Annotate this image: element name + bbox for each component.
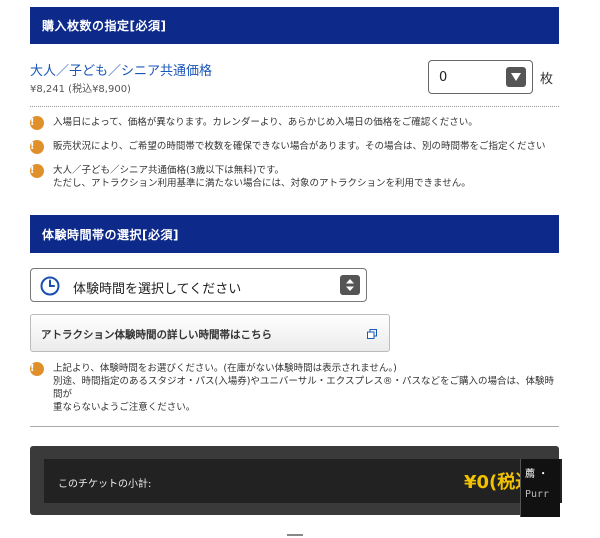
section-title-time: 体験時間帯の選択[必須] [42,227,179,242]
note-text: 上記より、体験時間をお選びください。(在庫がない体験時間は表示されません。) [53,363,397,374]
scroll-indicator [287,534,303,536]
quantity-value: 0 [439,70,448,85]
subtotal-inner: このチケットの小計: ¥0(税込) [44,459,562,503]
clock-icon [40,276,60,296]
chevron-down-icon[interactable] [506,67,526,87]
section-header-quantity: 購入枚数の指定[必須] [30,7,559,44]
quantity-select[interactable]: 0 [428,60,533,94]
warning-icon: ! [30,116,44,130]
external-window-icon [367,329,377,339]
note-text: 大人／子ども／シニア共通価格(3歳以下は無料)です。 [53,165,285,176]
note-item: ! 大人／子ども／シニア共通価格(3歳以下は無料)です。 ただし、アトラクション… [30,164,559,190]
ticket-name: 大人／子ども／シニア共通価格 [30,64,213,79]
warning-icon: ! [30,362,44,376]
note-item: ! 入場日によって、価格が異なります。カレンダーより、あらかじめ入場日の価格をご… [30,116,559,130]
section-header-time: 体験時間帯の選択[必須] [30,215,559,253]
ticket-row: 大人／子ども／シニア共通価格 ¥8,241 (税込¥8,900) 0 枚 [30,58,559,107]
note-item: ! 上記より、体験時間をお選びください。(在庫がない体験時間は表示されません。)… [30,362,559,414]
quantity-unit: 枚 [540,72,554,87]
section-title-quantity: 購入枚数の指定[必須] [42,19,167,33]
time-slot-select[interactable]: 体験時間を選択してください [30,268,367,302]
notes-time: ! 上記より、体験時間をお選びください。(在庫がない体験時間は表示されません。)… [30,362,559,414]
subtotal-panel: このチケットの小計: ¥0(税込) [30,446,562,515]
note-text: ただし、アトラクション利用基準に満たない場合には、対象のアトラクションを利用でき… [53,178,471,189]
time-details-link-label: アトラクション体験時間の詳しい時間帯はこちら [41,329,272,341]
notes-quantity: ! 入場日によって、価格が異なります。カレンダーより、あらかじめ入場日の価格をご… [30,116,559,201]
warning-icon: ! [30,164,44,178]
floating-overlay[interactable]: 薦 ・ Purr [520,459,560,517]
divider [30,426,559,427]
note-text: 入場日によって、価格が異なります。カレンダーより、あらかじめ入場日の価格をご確認… [53,117,478,128]
overlay-text: 薦 ・ [525,469,549,480]
note-text: 別途、時間指定のあるスタジオ・パス(入場券)やユニバーサル・エクスプレス®・パス… [53,376,554,400]
time-select-placeholder: 体験時間を選択してください [73,282,242,297]
note-text: 重ならないようご注意ください。 [53,402,196,413]
note-text: 販売状況により、ご希望の時間帯で枚数を確保できない場合があります。その場合は、別… [53,141,546,152]
updown-arrows-icon[interactable] [340,275,360,295]
time-details-link-button[interactable]: アトラクション体験時間の詳しい時間帯はこちら [30,314,390,352]
warning-icon: ! [30,140,44,154]
overlay-text: Purr [525,489,550,500]
subtotal-label: このチケットの小計: [58,479,152,490]
ticket-price: ¥8,241 (税込¥8,900) [30,84,131,95]
note-item: ! 販売状況により、ご希望の時間帯で枚数を確保できない場合があります。その場合は… [30,140,559,154]
